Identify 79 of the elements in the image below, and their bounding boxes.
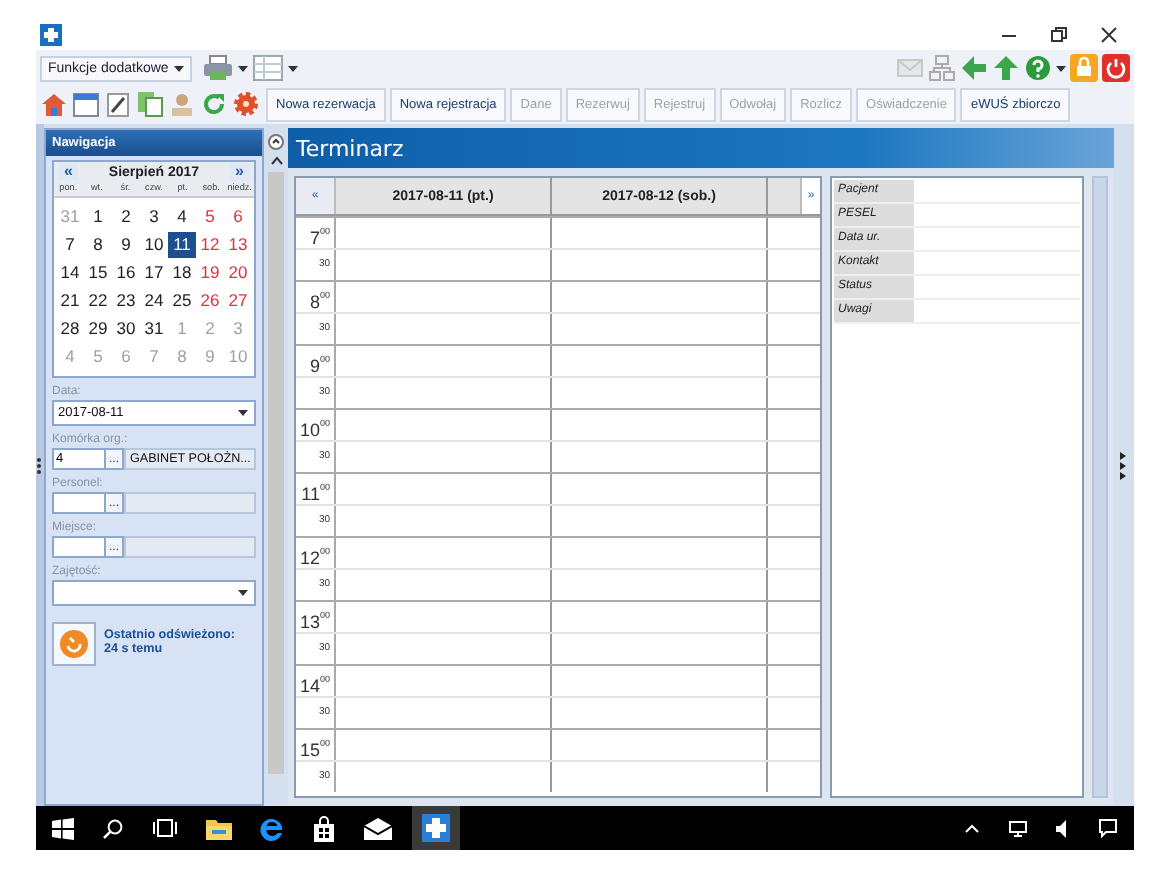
caret-icon[interactable] [238,65,249,71]
previous-month-button[interactable]: « [58,164,79,180]
network-icon[interactable] [1008,819,1028,837]
calendar-day[interactable]: 10 [140,232,168,258]
refresh-button[interactable] [52,622,96,666]
restore-icon[interactable] [1050,26,1068,44]
home-icon[interactable] [40,90,68,118]
calendar-day[interactable]: 21 [56,288,84,314]
mail-icon[interactable] [364,817,392,839]
calendar-day[interactable]: 19 [196,260,224,286]
caret-icon [238,590,248,596]
stamp-icon[interactable] [168,90,196,118]
envelope-icon[interactable] [896,56,924,80]
caret-icon[interactable] [1056,65,1066,71]
taskbar-app-button[interactable] [412,806,460,850]
display-field [124,536,256,558]
scrollbar[interactable] [1092,176,1108,798]
calendar-day[interactable]: 6 [224,204,252,230]
input-field[interactable] [52,492,106,514]
task-view-icon[interactable] [152,818,178,838]
chevron-up-icon[interactable] [964,822,980,834]
close-icon[interactable] [1100,26,1118,44]
refresh-icon [60,630,88,658]
next-month-button[interactable]: » [229,164,250,180]
calendar-day[interactable]: 14 [56,260,84,286]
left-arrow-icon[interactable] [960,54,988,82]
start-icon[interactable] [52,817,74,839]
calendar-icon[interactable] [72,90,100,118]
folder-icon[interactable] [206,817,232,839]
caret-icon[interactable] [288,65,299,71]
calendar-day[interactable]: 12 [196,232,224,258]
display-field [124,492,256,514]
app-icon [422,814,450,842]
browser-icon[interactable] [260,815,284,841]
calendar-day[interactable]: 16 [112,260,140,286]
collapse-icon[interactable] [268,134,284,150]
power-icon[interactable] [1102,54,1130,82]
calendar-day[interactable]: 22 [84,288,112,314]
calendar-day[interactable]: 24 [140,288,168,314]
panel-title: Terminarz [288,128,1114,168]
calendar-day[interactable]: 25 [168,288,196,314]
calendar-day[interactable]: 27 [224,288,252,314]
up-arrow-icon[interactable] [992,54,1020,82]
calendar-day[interactable]: 3 [140,204,168,230]
calendar-day[interactable]: 18 [168,260,196,286]
calendar-day[interactable]: 31 [140,316,168,342]
calendar-day[interactable]: 23 [112,288,140,314]
help-icon[interactable] [1024,54,1052,82]
grip-icon[interactable] [36,455,42,475]
calendar-day[interactable]: 7 [56,232,84,258]
calendar-day[interactable]: 29 [84,316,112,342]
calendar-day[interactable]: 13 [224,232,252,258]
input-field[interactable] [52,536,106,558]
calendar-day[interactable]: 28 [56,316,84,342]
refresh-icon[interactable] [200,90,228,118]
calendar-day[interactable]: 17 [140,260,168,286]
scroll-up-icon[interactable] [269,156,283,166]
expand-icon[interactable] [1120,451,1128,479]
speaker-icon[interactable] [1056,819,1070,837]
calendar-day[interactable]: 8 [84,232,112,258]
calendar-day[interactable]: 1 [84,204,112,230]
notification-icon[interactable] [1098,818,1118,838]
caret-icon [238,410,248,416]
calendar-day[interactable]: 26 [196,288,224,314]
calendar-day[interactable]: 20 [224,260,252,286]
store-icon[interactable] [312,815,336,841]
dropdown-field[interactable] [52,580,256,606]
calendar-day[interactable]: 30 [112,316,140,342]
calendar-day[interactable]: 9 [112,232,140,258]
calendar-day[interactable]: 5 [196,204,224,230]
calendar-day[interactable]: 4 [168,204,196,230]
calendar-day[interactable]: 15 [84,260,112,286]
gear-icon[interactable] [232,90,260,118]
scrollbar[interactable] [268,172,284,774]
calendar-day[interactable]: 2 [112,204,140,230]
search-icon[interactable] [102,817,124,839]
caret-icon [174,65,185,71]
calendar-day[interactable]: 11 [168,232,196,258]
pencil-icon[interactable] [104,90,132,118]
